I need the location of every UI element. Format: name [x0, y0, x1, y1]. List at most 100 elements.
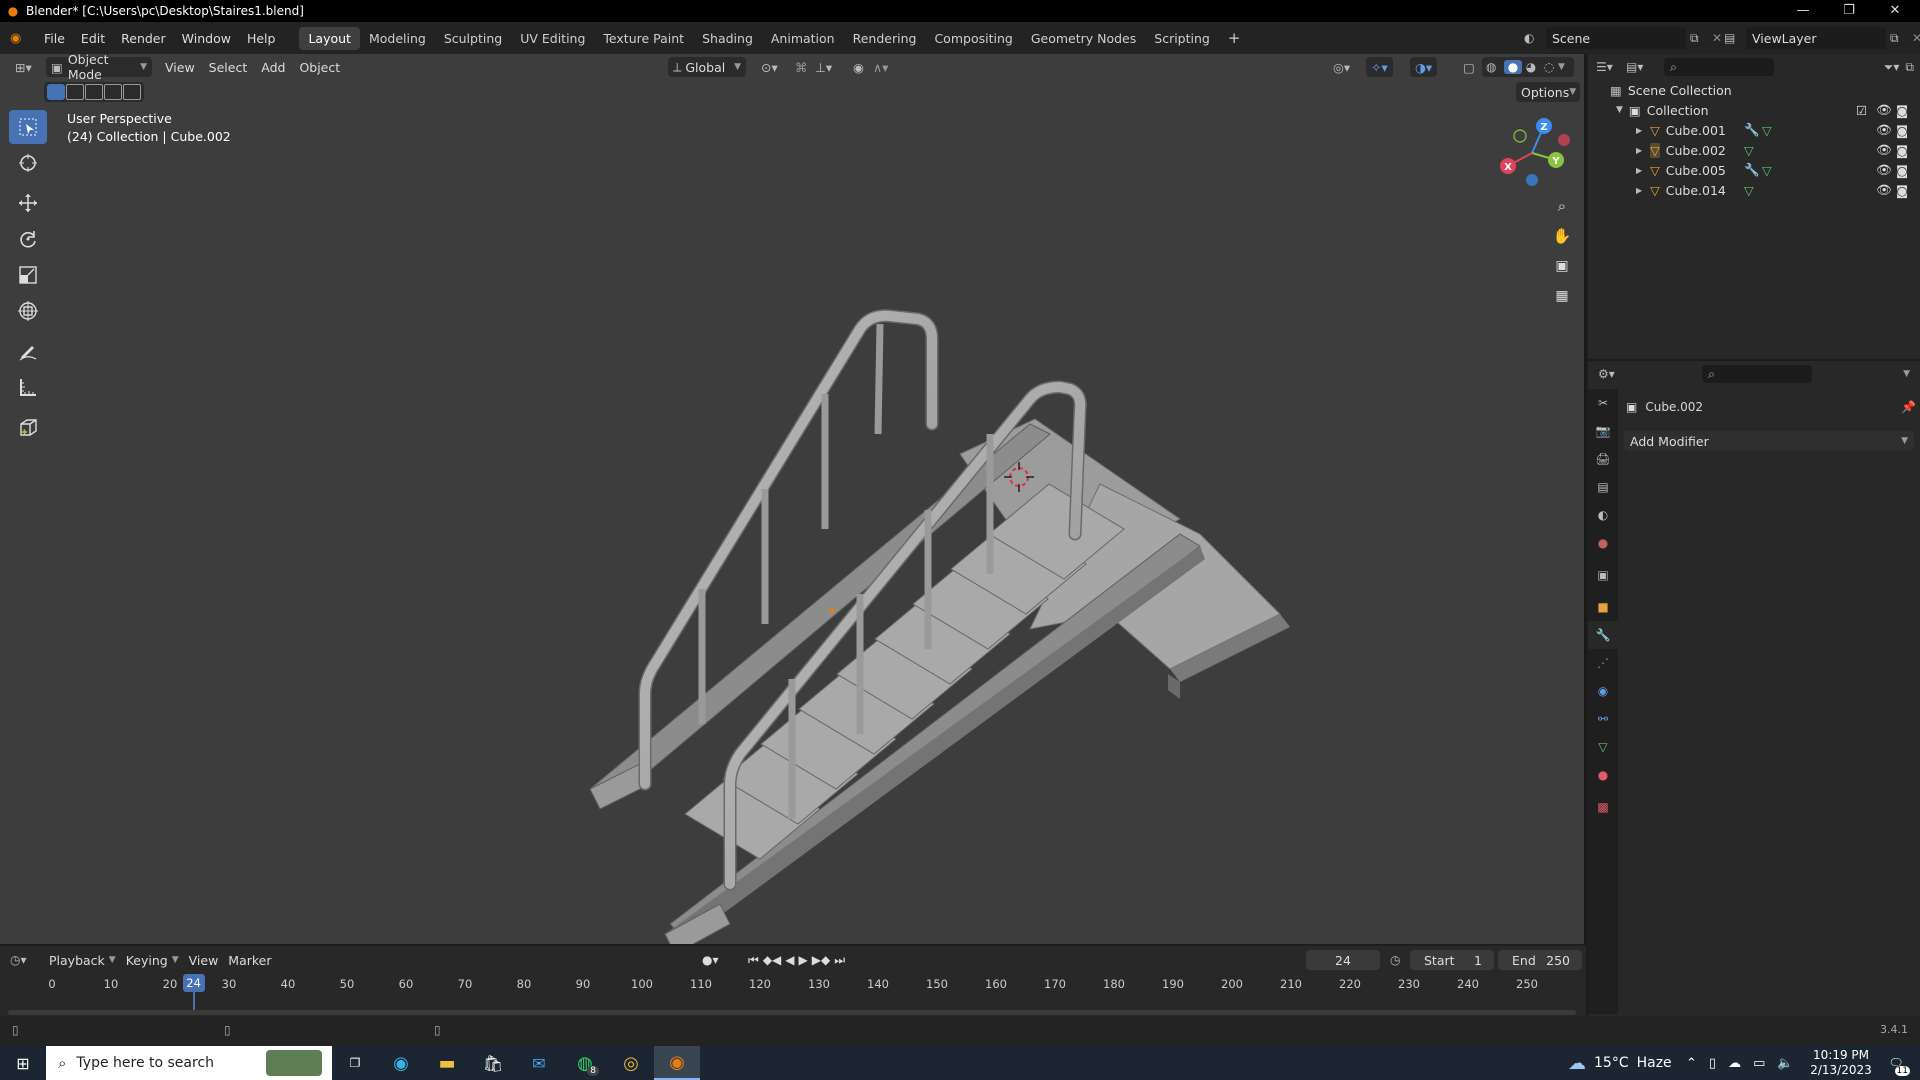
particles-tab-icon[interactable]: ⋰ — [1588, 649, 1618, 677]
notification-center-button[interactable]: 🗨 11 — [1876, 1046, 1916, 1080]
menu-render[interactable]: Render — [113, 31, 174, 46]
menu-playback[interactable]: Playback ▼ — [44, 950, 121, 970]
xray-icon[interactable]: ▢ — [1458, 57, 1480, 77]
timeline-scrollbar[interactable] — [8, 1010, 1576, 1015]
menu-keying[interactable]: Keying ▼ — [121, 950, 184, 970]
play-icon[interactable]: ▶ — [799, 953, 808, 967]
menu-view[interactable]: View — [184, 950, 224, 970]
store-button[interactable]: 🛍 — [470, 1046, 516, 1080]
navigation-gizmo[interactable]: Z Y X — [1490, 112, 1572, 194]
exclude-checkbox-icon[interactable]: ☑ — [1856, 103, 1867, 118]
measure-tool[interactable] — [9, 370, 47, 404]
taskbar-search-box[interactable]: ⌕ Type here to search — [46, 1046, 332, 1080]
start-button[interactable]: ⊞ — [0, 1046, 46, 1080]
add-cube-tool[interactable] — [9, 410, 47, 444]
collection-tab-icon[interactable]: ▣ — [1588, 557, 1618, 593]
transform-orientation-dropdown[interactable]: ⟂ Global ▼ — [668, 57, 746, 77]
scene-field[interactable]: Scene — [1546, 27, 1686, 49]
camera-render-icon[interactable]: ◙ — [1896, 183, 1908, 198]
onedrive-icon[interactable]: ☁ — [1728, 1056, 1741, 1071]
editor-type-icon[interactable]: ⊞▾ — [10, 57, 42, 77]
menu-file[interactable]: File — [36, 31, 73, 46]
tab-geometry-nodes[interactable]: Geometry Nodes — [1022, 27, 1145, 50]
material-shading-icon[interactable]: ◕ — [1522, 60, 1540, 74]
tree-row-object[interactable]: ▶ ▽ Cube.014 ▽ 👁 ◙ — [1588, 180, 1920, 200]
tab-texture-paint[interactable]: Texture Paint — [594, 27, 693, 50]
edge-button[interactable]: ◉ — [378, 1046, 424, 1080]
modifier-tab-icon[interactable]: 🔧 — [1588, 621, 1618, 649]
expand-arrow-icon[interactable]: ▶ — [1636, 146, 1642, 155]
3d-viewport[interactable]: ⊞▾ ▣ Object Mode ▼ View Select Add Objec… — [0, 52, 1586, 944]
auto-keying-icon[interactable]: ●▾ — [702, 953, 719, 967]
collapse-arrow-icon[interactable]: ▼ — [1616, 105, 1623, 115]
menu-edit[interactable]: Edit — [73, 31, 113, 46]
select-box-tool[interactable] — [9, 110, 47, 144]
menu-window[interactable]: Window — [174, 31, 239, 46]
properties-search-input[interactable]: ⌕ — [1702, 365, 1812, 383]
camera-render-icon[interactable]: ◙ — [1896, 143, 1908, 158]
maximize-button[interactable]: ❐ — [1826, 0, 1872, 22]
close-button[interactable]: ✕ — [1872, 0, 1918, 22]
task-view-button[interactable]: ❐ — [332, 1046, 378, 1080]
rendered-shading-icon[interactable]: ◌ — [1540, 60, 1558, 74]
whatsapp-button[interactable]: ◍ 8 — [562, 1046, 608, 1080]
solid-shading-icon[interactable]: ● — [1504, 60, 1522, 74]
tree-row-object[interactable]: ▶ ▽ Cube.005 🔧 ▽ 👁 ◙ — [1588, 160, 1920, 180]
weather-widget[interactable]: ☁ 15°C Haze — [1568, 1046, 1672, 1080]
overlays-toggle-icon[interactable]: ◑▾ — [1410, 57, 1438, 77]
mail-button[interactable]: ✉ — [516, 1046, 562, 1080]
annotate-tool[interactable] — [9, 334, 47, 368]
tree-row-scene-collection[interactable]: ▦ Scene Collection — [1588, 80, 1920, 100]
menu-add[interactable]: Add — [256, 57, 290, 77]
blender-taskbar-button[interactable]: ◉ — [654, 1046, 700, 1080]
expand-arrow-icon[interactable]: ▶ — [1636, 126, 1642, 135]
rotate-tool[interactable] — [9, 222, 47, 256]
blender-menu-icon[interactable]: ◉ — [10, 31, 28, 46]
menu-object[interactable]: Object — [294, 57, 345, 77]
tab-compositing[interactable]: Compositing — [925, 27, 1021, 50]
perspective-toggle-button[interactable]: ▦ — [1548, 282, 1576, 310]
playhead[interactable]: 24 — [182, 974, 205, 992]
render-tab-icon[interactable]: 📷 — [1588, 417, 1618, 445]
frame-ruler[interactable]: 0 10 20 30 40 50 60 70 80 90 100 110 120 130 140 150 160… — [0, 974, 1586, 1014]
new-collection-icon[interactable]: ⧉ — [1905, 60, 1914, 75]
proportional-edit-icon[interactable]: ◉ — [848, 57, 869, 77]
jump-end-icon[interactable]: ⏭ — [834, 953, 845, 968]
visibility-icon[interactable]: ◎▾ — [1328, 57, 1355, 77]
new-view-layer-icon[interactable]: ⧉ — [1890, 31, 1912, 46]
network-icon[interactable]: ▭ — [1753, 1056, 1765, 1071]
expand-arrow-icon[interactable]: ▶ — [1636, 186, 1642, 195]
falloff-icon[interactable]: ∧▾ — [868, 57, 893, 77]
menu-marker[interactable]: Marker — [223, 950, 276, 970]
device-icon[interactable]: ▯ — [1709, 1056, 1716, 1071]
camera-render-icon[interactable]: ◙ — [1896, 123, 1908, 138]
pan-button[interactable]: ✋ — [1548, 222, 1576, 250]
select-new-icon[interactable] — [47, 84, 65, 100]
add-workspace-button[interactable]: + — [1219, 25, 1250, 51]
camera-view-button[interactable]: ▣ — [1548, 252, 1576, 280]
chrome-button[interactable]: ◎ — [608, 1046, 654, 1080]
tab-shading[interactable]: Shading — [693, 27, 762, 50]
gizmo-toggle-icon[interactable]: ✧▾ — [1366, 57, 1393, 77]
constraints-tab-icon[interactable]: ⚯ — [1588, 705, 1618, 733]
scene-icon[interactable]: ◐ — [1524, 31, 1546, 45]
scale-tool[interactable] — [9, 258, 47, 292]
pivot-point-icon[interactable]: ⊙▾ — [756, 57, 783, 77]
scene-tab-icon[interactable]: ◐ — [1588, 501, 1618, 529]
menu-select[interactable]: Select — [204, 57, 253, 77]
tab-rendering[interactable]: Rendering — [844, 27, 926, 50]
texture-tab-icon[interactable]: ▩ — [1588, 789, 1618, 825]
remove-view-layer-icon[interactable]: ✕ — [1912, 31, 1920, 45]
shading-options-chevron-icon[interactable]: ▼ — [1558, 62, 1570, 72]
snap-target-icon[interactable]: ⊥▾ — [810, 57, 837, 77]
file-explorer-button[interactable]: ▬ — [424, 1046, 470, 1080]
eye-icon[interactable]: 👁 — [1876, 162, 1892, 178]
clock[interactable]: 10:19 PM 2/13/2023 — [1810, 1048, 1872, 1078]
tree-row-collection[interactable]: ▼ ▣ Collection ☑ 👁 ◙ — [1588, 100, 1920, 120]
timeline-editor-icon[interactable]: ◷▾ — [10, 953, 44, 967]
start-frame-field[interactable]: Start 1 — [1410, 950, 1494, 970]
view-layer-icon[interactable]: ▤ — [1724, 31, 1746, 45]
minimize-button[interactable]: — — [1780, 0, 1826, 22]
tab-animation[interactable]: Animation — [762, 27, 844, 50]
select-extend-icon[interactable] — [66, 84, 84, 100]
